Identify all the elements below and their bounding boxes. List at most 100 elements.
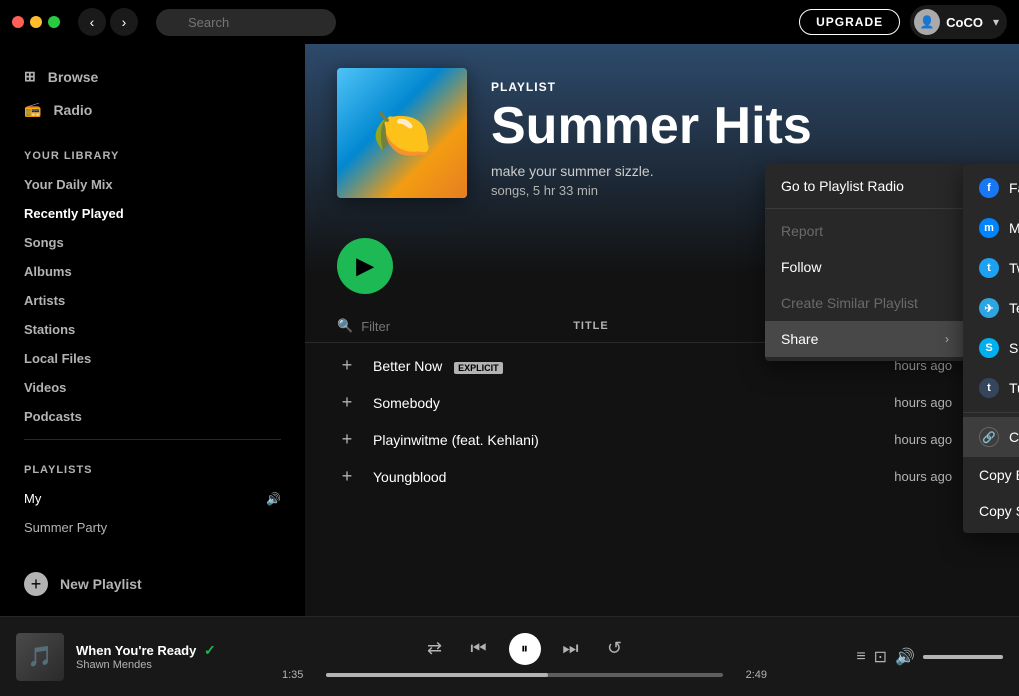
- new-playlist-label: New Playlist: [60, 576, 142, 592]
- now-playing-artist: Shawn Mendes: [76, 659, 266, 671]
- filter-icon: 🔍: [337, 318, 353, 334]
- share-messenger-label: Messenger: [1009, 220, 1019, 236]
- volume-button[interactable]: 🔊: [895, 647, 915, 667]
- new-playlist-button[interactable]: + New Playlist: [0, 560, 305, 608]
- queue-button[interactable]: ≡: [856, 648, 865, 666]
- sidebar-item-albums[interactable]: Albums: [0, 257, 305, 286]
- add-icon[interactable]: +: [337, 429, 357, 450]
- sidebar-item-my-playlist[interactable]: My 🔊: [0, 484, 305, 513]
- search-input[interactable]: [156, 9, 336, 36]
- time-total: 2:49: [731, 669, 767, 681]
- track-row[interactable]: + Somebody hours ago ⏱: [305, 384, 1019, 421]
- sidebar-item-stations[interactable]: Stations: [0, 315, 305, 344]
- sidebar-item-summer-party[interactable]: Summer Party: [0, 513, 305, 542]
- progress-bar[interactable]: [326, 673, 723, 677]
- now-playing-cover: 🎵: [16, 633, 64, 681]
- share-twitter-label: Twitter: [1009, 260, 1019, 276]
- fullscreen-button[interactable]: [48, 16, 60, 28]
- volume-icon: 🔊: [266, 492, 281, 506]
- next-button[interactable]: ⏭: [557, 635, 585, 663]
- plus-icon: +: [24, 572, 48, 596]
- context-create-similar: Create Similar Playlist: [765, 285, 965, 321]
- share-tumblr-label: Tumblr: [1009, 380, 1019, 396]
- bottom-player: 🎵 When You're Ready ✓ Shawn Mendes ⇄ ⏮ ⏸…: [0, 616, 1019, 696]
- forward-button[interactable]: ›: [110, 8, 138, 36]
- nav-arrows: ‹ ›: [78, 8, 138, 36]
- share-copy-link[interactable]: 🔗 Copy Playlist Link: [963, 417, 1019, 457]
- share-twitter[interactable]: t Twitter: [963, 248, 1019, 288]
- playlist-summer-party-label: Summer Party: [24, 520, 107, 535]
- cover-emoji: 🍋: [372, 105, 432, 162]
- now-playing-title: When You're Ready ✓: [76, 642, 266, 659]
- share-divider: [963, 412, 1019, 413]
- sidebar-item-artists[interactable]: Artists: [0, 286, 305, 315]
- player-controls: ⇄ ⏮ ⏸ ⏭ ↺ 1:35 2:49: [282, 633, 767, 681]
- player-right: ≡ ⊡ 🔊: [783, 647, 1003, 667]
- sidebar-item-videos[interactable]: Videos: [0, 373, 305, 402]
- play-button[interactable]: ▶: [337, 238, 393, 294]
- twitter-icon: t: [979, 258, 999, 278]
- sidebar-item-radio[interactable]: 📻 Radio: [12, 93, 293, 126]
- context-share[interactable]: Share ›: [765, 321, 965, 357]
- pause-button[interactable]: ⏸: [509, 633, 541, 665]
- share-copy-uri[interactable]: Copy Spotify URI: [963, 493, 1019, 529]
- link-icon: 🔗: [979, 427, 999, 447]
- content-area: 🍋 PLAYLIST Summer Hits make your summer …: [305, 44, 1019, 616]
- share-telegram[interactable]: ✈ Telegram: [963, 288, 1019, 328]
- volume-bar[interactable]: [923, 655, 1003, 659]
- track-added: hours ago: [832, 395, 952, 410]
- track-added: hours ago: [832, 469, 952, 484]
- context-divider: [765, 208, 965, 209]
- minimize-button[interactable]: [30, 16, 42, 28]
- track-row[interactable]: + Youngblood hours ago ⏱: [305, 458, 1019, 495]
- sidebar-item-label: Radio: [53, 102, 92, 118]
- context-follow[interactable]: Follow: [765, 249, 965, 285]
- repeat-button[interactable]: ↺: [601, 635, 629, 663]
- section-library-label: YOUR LIBRARY: [0, 134, 305, 170]
- filter-input[interactable]: [361, 319, 537, 334]
- sidebar-divider: [24, 439, 281, 440]
- share-skype[interactable]: S Skype: [963, 328, 1019, 368]
- track-name: Youngblood: [373, 469, 816, 485]
- share-telegram-label: Telegram: [1009, 300, 1019, 316]
- explicit-badge: EXPLICIT: [454, 362, 503, 374]
- now-playing-info: When You're Ready ✓ Shawn Mendes: [76, 642, 266, 671]
- sidebar-item-daily-mix[interactable]: Your Daily Mix: [0, 170, 305, 199]
- track-row[interactable]: + Playinwitme (feat. Kehlani) hours ago …: [305, 421, 1019, 458]
- share-copy-link-label: Copy Playlist Link: [1009, 429, 1019, 445]
- share-tumblr[interactable]: t Tumblr: [963, 368, 1019, 408]
- share-copy-embed[interactable]: Copy Embed Code: [963, 457, 1019, 493]
- sidebar-item-browse[interactable]: ⊞ Browse: [12, 60, 293, 93]
- context-menu: Go to Playlist Radio Report Follow Creat…: [765, 164, 965, 361]
- context-go-to-radio[interactable]: Go to Playlist Radio: [765, 168, 965, 204]
- sidebar-item-recently-played[interactable]: Recently Played: [0, 199, 305, 228]
- user-menu[interactable]: 👤 CoCO ▾: [910, 5, 1007, 39]
- upgrade-button[interactable]: UPGRADE: [799, 9, 900, 35]
- close-button[interactable]: [12, 16, 24, 28]
- sidebar-nav: ⊞ Browse 📻 Radio: [0, 44, 305, 134]
- chevron-down-icon: ▾: [993, 15, 999, 29]
- traffic-lights: [12, 16, 60, 28]
- sidebar: ⊞ Browse 📻 Radio YOUR LIBRARY Your Daily…: [0, 44, 305, 616]
- messenger-icon: m: [979, 218, 999, 238]
- sidebar-item-podcasts[interactable]: Podcasts: [0, 402, 305, 431]
- add-icon[interactable]: +: [337, 466, 357, 487]
- share-messenger[interactable]: m Messenger: [963, 208, 1019, 248]
- progress-fill: [326, 673, 548, 677]
- sidebar-item-local-files[interactable]: Local Files: [0, 344, 305, 373]
- back-button[interactable]: ‹: [78, 8, 106, 36]
- share-facebook[interactable]: f Facebook: [963, 168, 1019, 208]
- playlist-type: PLAYLIST: [491, 80, 987, 94]
- player-buttons: ⇄ ⏮ ⏸ ⏭ ↺: [421, 633, 629, 665]
- search-wrapper: 🔍: [148, 9, 336, 36]
- share-submenu: f Facebook m Messenger t Twitter ✈ Teleg…: [963, 164, 1019, 533]
- prev-button[interactable]: ⏮: [465, 635, 493, 663]
- shuffle-button[interactable]: ⇄: [421, 635, 449, 663]
- track-list: + Better Now EXPLICIT hours ago ⏱ + Some…: [305, 347, 1019, 495]
- avatar: 👤: [914, 9, 940, 35]
- add-icon[interactable]: +: [337, 392, 357, 413]
- devices-button[interactable]: ⊡: [874, 647, 887, 667]
- now-playing: 🎵 When You're Ready ✓ Shawn Mendes: [16, 633, 266, 681]
- add-icon[interactable]: +: [337, 355, 357, 376]
- sidebar-item-songs[interactable]: Songs: [0, 228, 305, 257]
